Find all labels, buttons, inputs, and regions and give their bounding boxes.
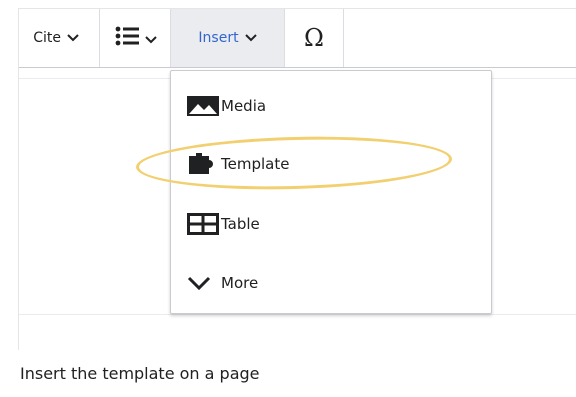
menu-item-label: Media (221, 97, 267, 115)
menu-item-table[interactable]: Table (187, 208, 260, 240)
toolbar-separator (99, 9, 100, 67)
toolbar-separator (343, 9, 344, 67)
chevron-down-icon (244, 30, 257, 46)
menu-item-media[interactable]: Media (187, 90, 266, 122)
omega-icon: Ω (304, 24, 324, 52)
content-divider (19, 314, 576, 315)
special-character-button[interactable]: Ω (285, 9, 343, 67)
chevron-down-icon (145, 29, 157, 48)
caption: Insert the template on a page (20, 364, 260, 383)
insert-menu-button[interactable]: Insert (171, 9, 284, 67)
image-icon (187, 93, 221, 119)
editor-toolbar: Cite Insert Ω (19, 9, 576, 68)
chevron-down-icon (187, 270, 221, 296)
cite-button[interactable]: Cite (17, 9, 107, 67)
insert-label: Insert (198, 30, 239, 46)
chevron-down-icon (67, 30, 79, 46)
table-icon (187, 211, 221, 237)
insert-dropdown-menu: Media Template Table More (170, 70, 492, 314)
list-button[interactable] (101, 9, 171, 67)
menu-item-label: More (221, 274, 259, 292)
menu-item-more[interactable]: More (187, 267, 258, 299)
menu-item-label: Table (221, 215, 260, 233)
cite-label: Cite (33, 30, 61, 46)
bullet-list-icon (115, 26, 139, 50)
